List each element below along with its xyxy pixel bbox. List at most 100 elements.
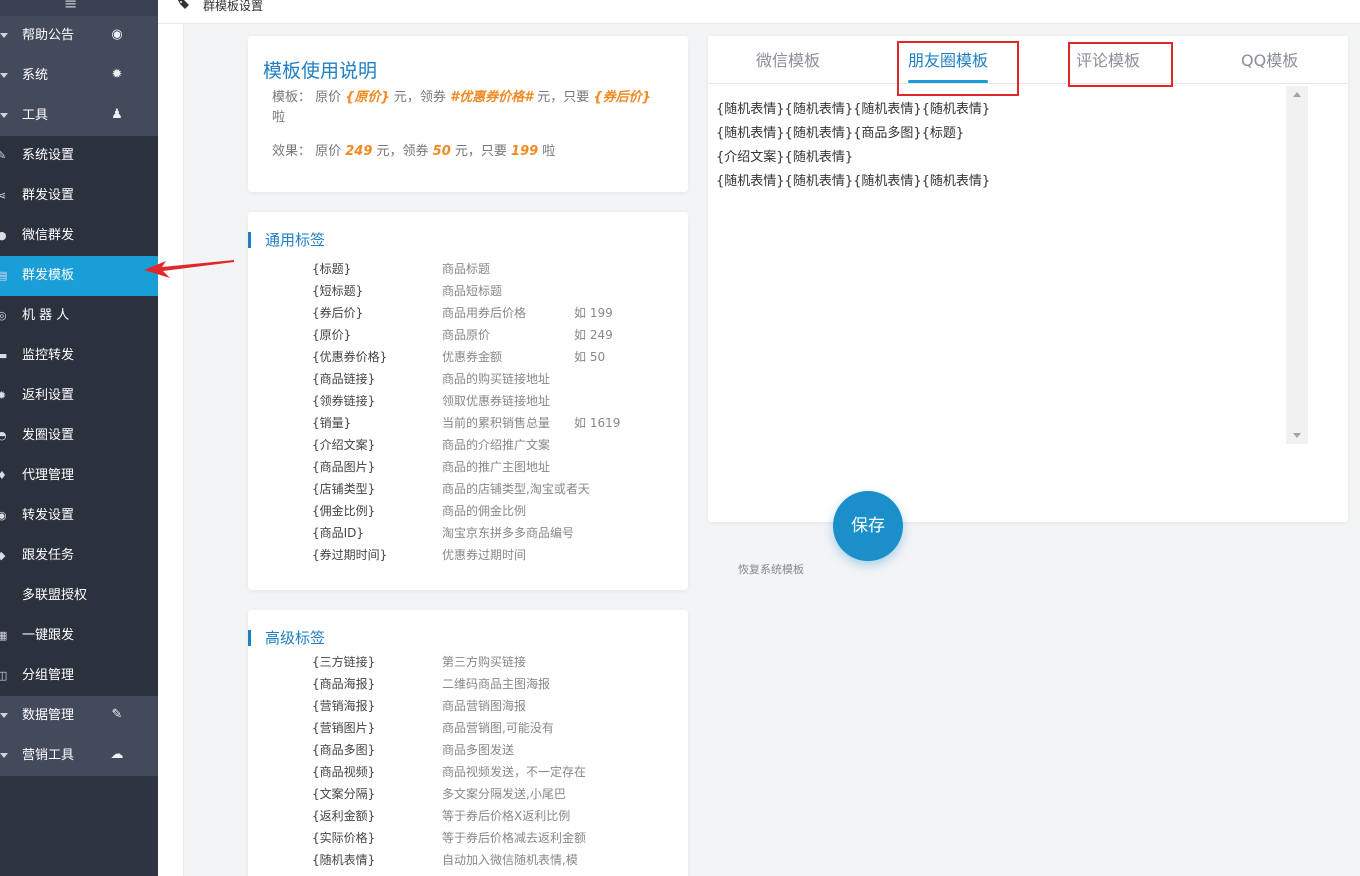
tag-key: {营销海报}: [312, 699, 376, 713]
sidebar-item-data-management[interactable]: 数据管理 ✎: [0, 696, 158, 736]
tag-description: 第三方购买链接: [442, 655, 527, 669]
tag-key: {返利金额}: [312, 809, 376, 823]
tag-description: 领取优惠券链接地址: [442, 394, 551, 408]
breadcrumb: 群模板设置: [203, 0, 264, 13]
sidebar-item-mass-settings[interactable]: ⋖ 群发设置: [0, 176, 158, 216]
tag-description: 商品标题: [442, 262, 491, 276]
effect-example-line: 效果： 原价 249 元，领券 50 元，只要 199 啦: [272, 144, 556, 159]
caret-down-icon: [0, 113, 8, 118]
tag-key: {标题}: [312, 262, 352, 276]
tag-row: {短标题} 商品短标题: [312, 281, 682, 301]
wechat-icon: ●: [0, 229, 7, 242]
sidebar-item-wechat-mass[interactable]: ● 微信群发: [0, 216, 158, 256]
tag-description: 当前的累积销售总量: [442, 416, 551, 430]
tag-key: {商品多图}: [312, 743, 376, 757]
edit-icon: ✎: [111, 707, 123, 722]
tag-row: {商品海报} 二维码商品主图海报: [312, 674, 682, 694]
tag-key: {商品ID}: [312, 526, 365, 540]
tag-key: {介绍文案}: [312, 438, 376, 452]
tag-row: {原价} 商品原价 如 249: [312, 325, 682, 345]
sidebar-item-agent-management[interactable]: ♦ 代理管理: [0, 456, 158, 496]
tag-description: 等于券后价格X返利比例: [442, 809, 571, 823]
sidebar-item-one-click-follow[interactable]: ▦ 一键跟发: [0, 616, 158, 656]
tag-description: 多文案分隔发送,小尾巴: [442, 787, 566, 801]
tag-key: {券后价}: [312, 306, 364, 320]
sidebar-item-group-management[interactable]: ◫ 分组管理: [0, 656, 158, 696]
grid-icon: ▦: [0, 629, 8, 642]
tag-description: 商品原价: [442, 328, 491, 342]
tag-description: 商品视频发送，不一定存在: [442, 765, 587, 779]
advanced-tags-card: 高级标签 {三方链接} 第三方购买链接 {商品海报} 二维码商品主图海报 {营销海报} 商…: [248, 610, 688, 876]
sidebar-item-follow-task[interactable]: ◆ 跟发任务: [0, 536, 158, 576]
tag-description: 优惠券金额: [442, 350, 503, 364]
tag-key: {店铺类型}: [312, 482, 376, 496]
forward-icon: ◉: [0, 509, 7, 522]
textarea-scrollbar[interactable]: [1286, 86, 1308, 444]
tag-icon: [178, 0, 189, 9]
tag-row: {实际价格} 等于券后价格减去返利金额: [312, 828, 682, 848]
tab-qq-template[interactable]: QQ模板: [1241, 51, 1298, 71]
tag-description: 二维码商品主图海报: [442, 677, 551, 691]
group-icon: ◫: [0, 669, 8, 682]
cog-icon: ✹: [0, 389, 7, 402]
cloud-icon: ☁: [110, 747, 124, 762]
scroll-down-icon[interactable]: [1293, 433, 1301, 438]
tag-row: {券过期时间} 优惠券过期时间: [312, 545, 682, 565]
tag-description: 商品营销图,可能没有: [442, 721, 554, 735]
template-editor-card: 微信模板 朋友圈模板 评论模板 QQ模板 {随机表情}{随机表情}{随机表情}{…: [708, 36, 1348, 522]
tag-key: {文案分隔}: [312, 787, 376, 801]
tag-row: {返利金额} 等于券后价格X返利比例: [312, 806, 682, 826]
tag-description: 商品的店铺类型,淘宝或者天: [442, 482, 590, 496]
save-button[interactable]: 保存: [833, 491, 903, 561]
tag-description: 商品的佣金比例: [442, 504, 527, 518]
sidebar: ≡ 帮助公告 ◉ 系统 ✹ 工具 ♟ ✎ 系统设置 ⋖ 群发设置 ● 微信群发 …: [0, 0, 158, 876]
tag-description: 商品的介绍推广文案: [442, 438, 551, 452]
restore-system-template-link[interactable]: 恢复系统模板: [738, 561, 804, 577]
tab-wechat-template[interactable]: 微信模板: [756, 51, 820, 71]
tag-row: {商品ID} 淘宝京东拼多多商品编号: [312, 523, 682, 543]
sidebar-item-tools[interactable]: 工具 ♟: [0, 96, 158, 136]
tag-key: {随机表情}: [312, 853, 376, 867]
annotation-box-moments: [897, 41, 1019, 96]
tag-description: 商品用券后价格: [442, 306, 527, 320]
sidebar-toggle[interactable]: ≡: [0, 0, 158, 16]
sidebar-item-rebate-settings[interactable]: ✹ 返利设置: [0, 376, 158, 416]
tag-key: {销量}: [312, 416, 352, 430]
sidebar-item-marketing-tools[interactable]: 营销工具 ☁: [0, 736, 158, 776]
sidebar-item-robot[interactable]: ◎ 机 器 人: [0, 296, 158, 336]
tag-description: 商品的购买链接地址: [442, 372, 551, 386]
tag-description: 等于券后价格减去返利金额: [442, 831, 587, 845]
menu-icon: ≡: [64, 0, 78, 13]
tag-row: {商品链接} 商品的购买链接地址: [312, 369, 682, 389]
template-line: {随机表情}{随机表情}{随机表情}{随机表情}: [716, 102, 991, 117]
annotation-box-comment: [1068, 42, 1173, 87]
sidebar-item-monitor-forward[interactable]: ▬ 监控转发: [0, 336, 158, 376]
sidebar-item-help[interactable]: 帮助公告 ◉: [0, 16, 158, 56]
tag-key: {营销图片}: [312, 721, 376, 735]
sidebar-item-system[interactable]: 系统 ✹: [0, 56, 158, 96]
template-usage-card: 模板使用说明 模板： 原价 {原价} 元，领券 #优惠券价格# 元，只要 {券后…: [248, 36, 688, 192]
tag-row: {商品多图} 商品多图发送: [312, 740, 682, 760]
sidebar-item-system-settings[interactable]: ✎ 系统设置: [0, 136, 158, 176]
tag-key: {商品链接}: [312, 372, 376, 386]
caret-down-icon: [0, 73, 8, 78]
sidebar-item-moments-settings[interactable]: ◓ 发圈设置: [0, 416, 158, 456]
sidebar-item-mass-template[interactable]: ▤ 群发模板: [0, 256, 158, 296]
moments-icon: ◓: [0, 429, 7, 442]
scroll-up-icon[interactable]: [1293, 92, 1301, 97]
sidebar-item-forward-settings[interactable]: ◉ 转发设置: [0, 496, 158, 536]
tag-key: {原价}: [312, 328, 352, 342]
usage-title: 模板使用说明: [263, 60, 378, 82]
top-bar: 群模板设置: [158, 0, 1360, 24]
tag-description: 商品营销图海报: [442, 699, 527, 713]
tag-row: {营销海报} 商品营销图海报: [312, 696, 682, 716]
template-textarea[interactable]: {随机表情}{随机表情}{随机表情}{随机表情} {随机表情}{随机表情}{商品…: [716, 98, 1308, 458]
tag-key: {优惠券价格}: [312, 350, 388, 364]
sidebar-item-multi-alliance[interactable]: 多联盟授权: [0, 576, 158, 616]
tag-row: {商品图片} 商品的推广主图地址: [312, 457, 682, 477]
tag-row: {介绍文案} 商品的介绍推广文案: [312, 435, 682, 455]
tag-key: {领券链接}: [312, 394, 376, 408]
template-example-line: 模板： 原价 {原价} 元，领券 #优惠券价格# 元，只要 {券后价} 啦: [272, 90, 651, 125]
tag-description: 商品短标题: [442, 284, 503, 298]
user-icon: ♦: [0, 469, 7, 482]
